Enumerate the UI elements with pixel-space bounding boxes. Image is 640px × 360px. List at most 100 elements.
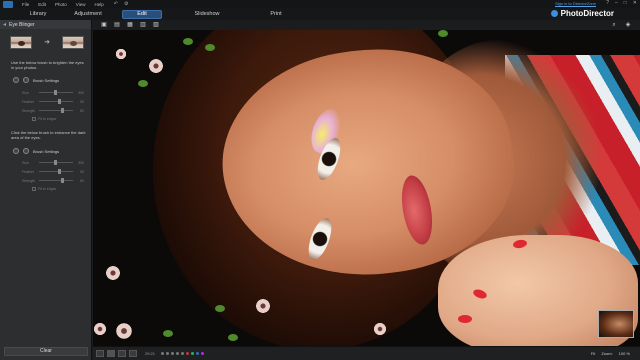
navigator-thumbnail[interactable]: [598, 310, 634, 338]
slider-track[interactable]: [39, 178, 73, 183]
color-label-purple[interactable]: [201, 352, 205, 355]
window-controls: ? – □ ✕: [606, 0, 637, 6]
slider-knob[interactable]: [57, 169, 61, 174]
rating-dot[interactable]: [176, 352, 180, 355]
before-after-preview: ➜: [10, 35, 84, 49]
slider-track[interactable]: [39, 169, 73, 174]
filmstrip-icon[interactable]: [118, 350, 126, 357]
slider-feather-1[interactable]: Feather 50: [22, 99, 84, 104]
photo-flower: [115, 322, 133, 340]
brush-icon[interactable]: [13, 77, 19, 83]
brush-settings-label: Brush Settings: [33, 148, 60, 154]
zoom-value[interactable]: 100 %: [619, 351, 630, 356]
photo-canvas[interactable]: [93, 30, 640, 346]
brush-icon[interactable]: [13, 148, 19, 154]
eraser-icon[interactable]: [23, 77, 29, 83]
close-icon[interactable]: ✕: [633, 0, 637, 6]
slider-feather-2[interactable]: Feather 50: [22, 169, 84, 174]
tab-print[interactable]: Print: [256, 11, 296, 17]
rating-dot[interactable]: [171, 352, 175, 355]
photo-flower: [105, 265, 121, 281]
slider-strength-2[interactable]: Strength 80: [22, 178, 84, 183]
eraser-icon[interactable]: [23, 148, 29, 154]
color-label-green[interactable]: [191, 352, 195, 355]
back-arrow-icon[interactable]: ◂: [3, 21, 6, 28]
panel-title: Eye Blinger: [9, 21, 35, 28]
tab-library[interactable]: Library: [18, 11, 58, 17]
crop-icon[interactable]: ▣: [100, 21, 108, 29]
rating-dots[interactable]: [161, 352, 205, 355]
fit-to-edges-1[interactable]: Fit to edges: [32, 117, 56, 121]
sign-in-link[interactable]: Sign in to DirectorZone: [555, 1, 596, 6]
menu-edit[interactable]: Edit: [38, 2, 46, 7]
undo-icon[interactable]: ↶: [114, 1, 118, 7]
menu-help[interactable]: Help: [94, 2, 103, 7]
slider-knob[interactable]: [61, 108, 65, 113]
tab-edit[interactable]: Edit: [122, 9, 162, 19]
maximize-icon[interactable]: □: [624, 0, 627, 6]
share-icon[interactable]: ◈: [624, 21, 632, 29]
slider-label: Feather: [22, 169, 35, 174]
slider-track[interactable]: [39, 108, 73, 113]
photo-flower: [115, 48, 127, 60]
rotate-icon[interactable]: [129, 350, 137, 357]
slider-label: Feather: [22, 99, 35, 104]
color-label-red[interactable]: [186, 352, 190, 355]
menu-file[interactable]: File: [22, 2, 29, 7]
brush-settings-2[interactable]: Brush Settings: [13, 148, 59, 154]
rating-dot[interactable]: [166, 352, 170, 355]
compare-view-icon[interactable]: [107, 350, 115, 357]
slider-value: 50: [80, 169, 84, 174]
settings-icon[interactable]: ⚙: [124, 1, 128, 7]
photo-leaf: [215, 305, 225, 312]
slider-track[interactable]: [39, 160, 73, 165]
brighten-instructions: Use the below brush to brighten the eyes…: [11, 60, 84, 70]
search-icon[interactable]: ⌕: [610, 21, 618, 29]
photodirector-window: File Edit Photo View Help ↶ ⚙ Sign in to…: [0, 0, 640, 360]
photo-flower: [373, 322, 387, 336]
menu-photo[interactable]: Photo: [55, 2, 67, 7]
compare-icon[interactable]: ▥: [139, 21, 147, 29]
photo-flower: [148, 58, 164, 74]
slider-size-1[interactable]: Size 300: [22, 90, 84, 95]
fit-button[interactable]: Fit: [591, 351, 595, 356]
slider-track[interactable]: [39, 90, 73, 95]
single-view-icon[interactable]: [96, 350, 104, 357]
menu-bar: File Edit Photo View Help ↶ ⚙ Sign in to…: [0, 0, 640, 8]
tab-adjustment[interactable]: Adjustment: [64, 11, 112, 17]
view-icon[interactable]: ▧: [152, 21, 160, 29]
bottom-toolbar: 29:21 Fit Zoom: 100 %: [93, 346, 640, 360]
slider-knob[interactable]: [54, 90, 58, 95]
fit-to-edges-2[interactable]: Fit to edges: [32, 187, 56, 191]
rotate-icon[interactable]: ▤: [113, 21, 121, 29]
brush-settings-1[interactable]: Brush Settings: [13, 77, 59, 83]
slider-knob[interactable]: [61, 178, 65, 183]
slider-size-2[interactable]: Size 300: [22, 160, 84, 165]
slider-track[interactable]: [39, 99, 73, 104]
rating-dot[interactable]: [181, 352, 185, 355]
photo-leaf: [163, 330, 173, 337]
rating-dot[interactable]: [161, 352, 165, 355]
brand-logo-icon: [550, 10, 558, 17]
help-icon[interactable]: ?: [606, 0, 609, 6]
slider-value: 80: [80, 108, 84, 113]
slider-strength-1[interactable]: Strength 80: [22, 108, 84, 113]
tab-slideshow[interactable]: Slideshow: [182, 11, 232, 17]
minimize-icon[interactable]: –: [615, 0, 618, 6]
slider-value: 300: [78, 160, 84, 165]
photo-info: 29:21: [145, 351, 156, 356]
checkbox[interactable]: [32, 117, 36, 121]
slider-value: 50: [80, 99, 84, 104]
slider-knob[interactable]: [57, 99, 61, 104]
color-label-blue[interactable]: [196, 352, 200, 355]
menu-view[interactable]: View: [76, 2, 86, 7]
checkbox[interactable]: [32, 187, 36, 191]
checkbox-label: Fit to edges: [38, 117, 57, 121]
clear-button[interactable]: Clear: [4, 347, 88, 356]
slider-label: Size: [22, 90, 29, 95]
checkbox-label: Fit to edges: [38, 187, 57, 191]
grid-icon[interactable]: ▦: [126, 21, 134, 29]
slider-knob[interactable]: [54, 160, 58, 165]
before-eye-image: [10, 35, 32, 49]
photo-leaf: [138, 80, 148, 87]
